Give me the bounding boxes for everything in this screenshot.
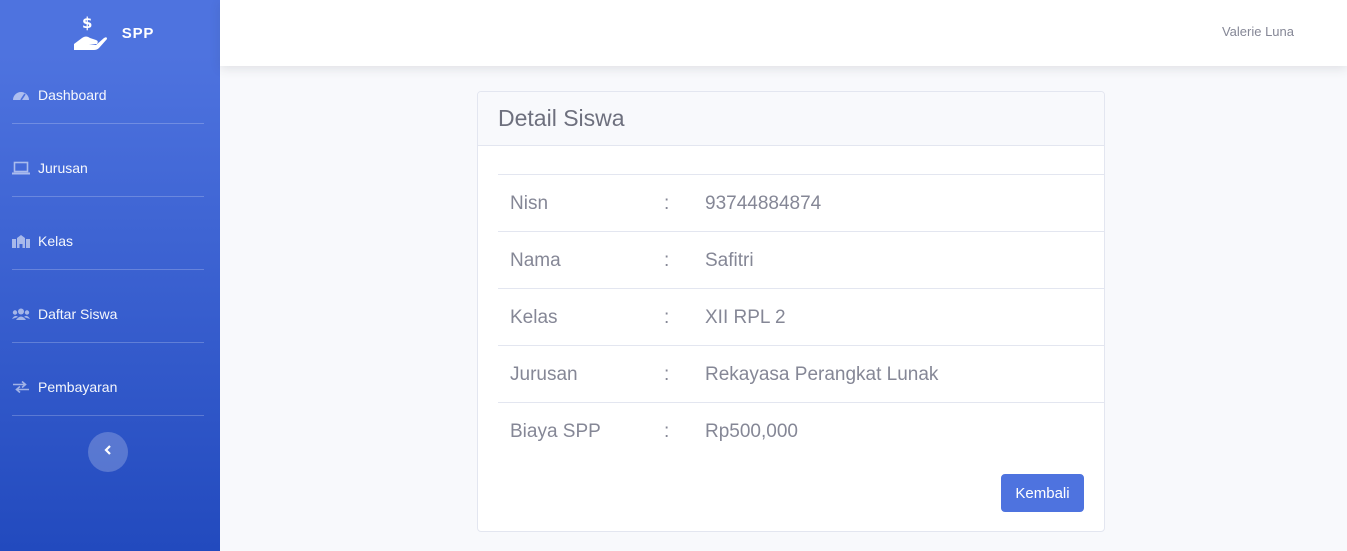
card-body: Nisn : 93744884874 Nama : Safitri Kelas … bbox=[478, 146, 1104, 460]
sidebar-item-label: Pembayaran bbox=[38, 378, 118, 395]
row-label: Kelas bbox=[498, 288, 664, 346]
tachometer-icon bbox=[12, 88, 30, 102]
laptop-icon bbox=[12, 161, 30, 175]
row-label: Nama bbox=[498, 231, 664, 289]
detail-card: Detail Siswa Nisn : 93744884874 Nama : S… bbox=[477, 91, 1105, 532]
table-row: Jurusan : Rekayasa Perangkat Lunak bbox=[498, 345, 1104, 403]
sidebar-item-label: Daftar Siswa bbox=[38, 305, 118, 322]
row-separator: : bbox=[664, 174, 705, 232]
sidebar-item-kelas[interactable]: Kelas bbox=[12, 212, 204, 270]
sidebar-item-label: Kelas bbox=[38, 232, 74, 249]
sidebar: $ SPP Dashboard Jurusan Kelas Daftar Sis… bbox=[0, 0, 220, 551]
sidebar-item-jurusan[interactable]: Jurusan bbox=[12, 139, 204, 197]
row-separator: : bbox=[664, 288, 705, 346]
table-row: Nisn : 93744884874 bbox=[498, 174, 1104, 232]
table-row: Biaya SPP : Rp500,000 bbox=[498, 402, 1104, 460]
row-label: Biaya SPP bbox=[498, 402, 664, 460]
hand-holding-dollar-icon: $ bbox=[72, 13, 108, 53]
row-value: Safitri bbox=[705, 231, 1104, 289]
exchange-icon bbox=[12, 380, 30, 394]
sidebar-item-label: Jurusan bbox=[38, 159, 88, 176]
row-value: Rekayasa Perangkat Lunak bbox=[705, 345, 1104, 403]
brand[interactable]: $ SPP bbox=[0, 0, 220, 66]
topbar: Valerie Luna bbox=[220, 0, 1347, 66]
svg-text:$: $ bbox=[82, 14, 92, 32]
school-icon bbox=[12, 234, 30, 248]
chevron-left-icon bbox=[103, 443, 113, 461]
sidebar-toggle-button[interactable] bbox=[88, 432, 128, 472]
row-value: 93744884874 bbox=[705, 174, 1104, 232]
detail-table: Nisn : 93744884874 Nama : Safitri Kelas … bbox=[498, 174, 1104, 460]
row-label: Nisn bbox=[498, 174, 664, 232]
users-icon bbox=[12, 307, 30, 321]
row-separator: : bbox=[664, 402, 705, 460]
row-label: Jurusan bbox=[498, 345, 664, 403]
card-title: Detail Siswa bbox=[478, 92, 1104, 146]
brand-name: SPP bbox=[121, 24, 155, 42]
row-separator: : bbox=[664, 345, 705, 403]
table-row: Nama : Safitri bbox=[498, 231, 1104, 289]
sidebar-item-dashboard[interactable]: Dashboard bbox=[12, 66, 204, 124]
table-row: Kelas : XII RPL 2 bbox=[498, 288, 1104, 346]
sidebar-item-daftar-siswa[interactable]: Daftar Siswa bbox=[12, 285, 204, 343]
sidebar-item-pembayaran[interactable]: Pembayaran bbox=[12, 358, 204, 416]
row-separator: : bbox=[664, 231, 705, 289]
row-value: XII RPL 2 bbox=[705, 288, 1104, 346]
user-name[interactable]: Valerie Luna bbox=[1222, 24, 1294, 39]
back-button[interactable]: Kembali bbox=[1001, 474, 1084, 512]
sidebar-item-label: Dashboard bbox=[38, 86, 107, 103]
row-value: Rp500,000 bbox=[705, 402, 1104, 460]
